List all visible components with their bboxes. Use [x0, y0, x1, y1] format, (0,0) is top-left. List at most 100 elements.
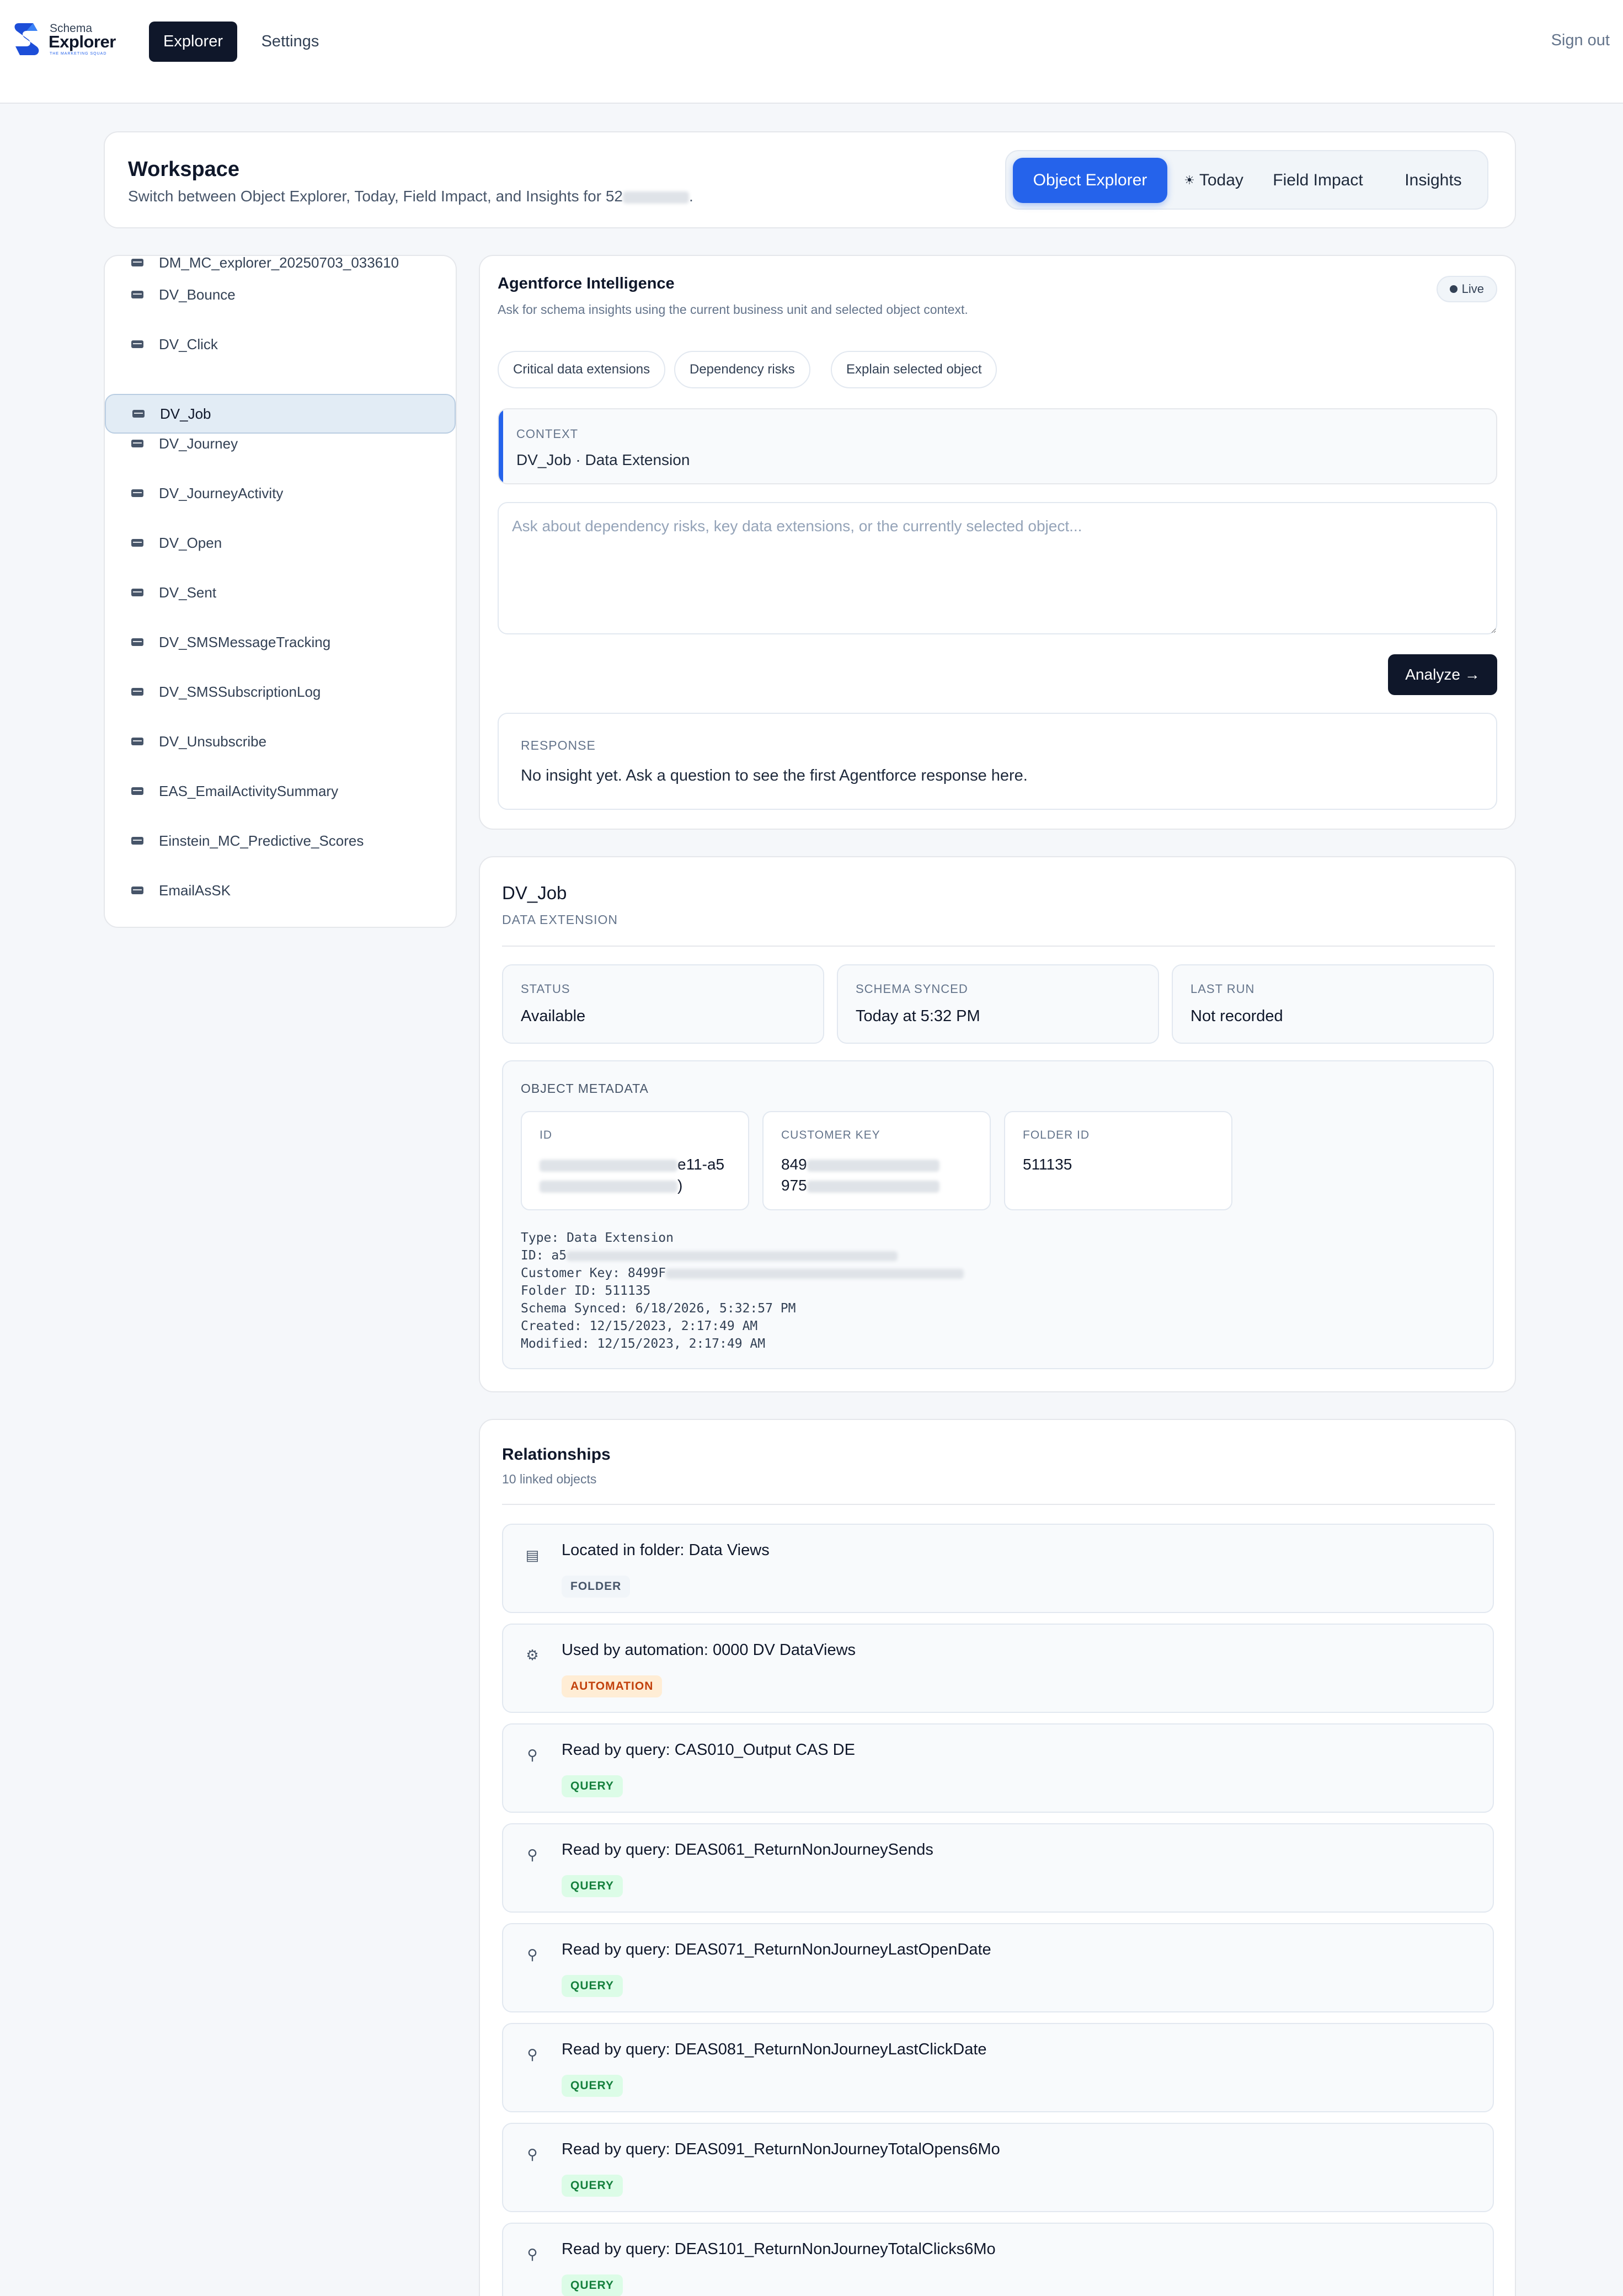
data-extension-icon	[131, 837, 143, 845]
metadata-box-value: 511135	[1023, 1156, 1072, 1173]
data-extension-icon	[131, 589, 143, 596]
relationship-item[interactable]: ⚲ Read by query: DEAS081_ReturnNonJourney…	[502, 2023, 1494, 2112]
redacted-text	[540, 1180, 677, 1193]
data-extension-icon	[131, 738, 143, 745]
relationship-type-badge: QUERY	[562, 1975, 623, 1997]
sidebar-item[interactable]: EAS_EmailActivitySummary	[105, 771, 456, 811]
magnifier-icon: ⚲	[527, 2046, 538, 2063]
redacted-text	[622, 191, 689, 204]
analyze-button[interactable]: Analyze →	[1388, 654, 1497, 695]
context-accent-bar	[499, 409, 503, 483]
redacted-text	[807, 1159, 939, 1172]
tab-today-label: Today	[1199, 171, 1243, 189]
relationship-item[interactable]: ▤ Located in folder: Data Views FOLDER	[502, 1524, 1494, 1613]
data-extension-icon	[131, 440, 143, 447]
sidebar-item-label: DV_Journey	[159, 435, 238, 452]
raw-line: Type: Data Extension	[521, 1231, 674, 1245]
workspace-title: Workspace	[128, 158, 240, 181]
data-extension-icon	[132, 410, 145, 418]
customer-key-line-1: 849	[781, 1156, 807, 1173]
id-line-2: )	[677, 1177, 683, 1194]
sign-out-link[interactable]: Sign out	[1551, 31, 1610, 50]
raw-id: ID: a5	[521, 1248, 567, 1263]
relationships-count: 10 linked objects	[502, 1472, 597, 1486]
view-switcher: Object Explorer ☀ Today Field Impact Ins…	[1005, 150, 1488, 210]
sidebar-item[interactable]: EmailAsSK	[105, 871, 456, 910]
chip-dependency-risks[interactable]: Dependency risks	[674, 351, 810, 388]
relationship-text: Read by query: DEAS081_ReturnNonJourneyL…	[562, 2041, 987, 2058]
data-extension-icon	[131, 638, 143, 646]
raw-line: Customer Key: 8499F	[521, 1264, 964, 1282]
metadata-label: OBJECT METADATA	[521, 1081, 649, 1096]
relationship-item[interactable]: ⚲ Read by query: DEAS091_ReturnNonJourney…	[502, 2123, 1494, 2212]
relationship-item[interactable]: ⚲ Read by query: DEAS061_ReturnNonJourney…	[502, 1823, 1494, 1913]
gear-icon: ⚙	[526, 1646, 539, 1663]
relationship-item[interactable]: ⚲ Read by query: CAS010_Output CAS DE QUER…	[502, 1723, 1494, 1813]
redacted-text	[540, 1159, 677, 1172]
tab-insights[interactable]: Insights	[1384, 158, 1483, 203]
nav-settings[interactable]: Settings	[252, 22, 329, 62]
relationship-type-badge: AUTOMATION	[562, 1675, 663, 1697]
chip-critical-data-extensions[interactable]: Critical data extensions	[498, 351, 666, 388]
folder-icon: ▤	[525, 1546, 540, 1563]
workspace-subtitle: Switch between Object Explorer, Today, F…	[128, 188, 693, 205]
data-extension-icon	[131, 291, 143, 298]
relationship-item[interactable]: ⚙ Used by automation: 0000 DV DataViews AU…	[502, 1624, 1494, 1713]
sun-icon: ☀	[1184, 173, 1195, 187]
relationship-text: Used by automation: 0000 DV DataViews	[562, 1641, 856, 1659]
relationship-type-badge: QUERY	[562, 2175, 623, 2197]
metadata-box-label: ID	[540, 1129, 552, 1141]
stat-label: LAST RUN	[1190, 982, 1255, 996]
data-extension-icon	[131, 787, 143, 795]
sidebar-item[interactable]: DV_Click	[105, 324, 456, 364]
sidebar-item[interactable]: DV_JourneyActivity	[105, 473, 456, 513]
sidebar-item-label: DV_SMSSubscriptionLog	[159, 683, 321, 700]
tab-object-explorer[interactable]: Object Explorer	[1013, 158, 1167, 203]
raw-line: ID: a5	[521, 1247, 964, 1264]
relationship-item[interactable]: ⚲ Read by query: DEAS071_ReturnNonJourney…	[502, 1923, 1494, 2012]
sidebar-item[interactable]: DV_Open	[105, 523, 456, 563]
metadata-box-value: 849 975	[781, 1154, 939, 1196]
tab-field-impact[interactable]: Field Impact	[1260, 158, 1376, 203]
raw-line: Modified: 12/15/2023, 2:17:49 AM	[521, 1337, 766, 1351]
relationship-type-badge: QUERY	[562, 1775, 623, 1797]
id-line-1: e11-a5	[677, 1156, 725, 1173]
magnifier-icon: ⚲	[527, 1946, 538, 1963]
sidebar-item-label: EmailAsSK	[159, 882, 231, 899]
sidebar-item[interactable]: DV_Bounce	[105, 275, 456, 314]
agentforce-panel: Agentforce Intelligence Ask for schema i…	[479, 255, 1516, 830]
response-label: RESPONSE	[521, 738, 596, 752]
tab-today[interactable]: ☀ Today	[1175, 158, 1252, 203]
response-text: No insight yet. Ask a question to see th…	[521, 767, 1028, 784]
stat-label: SCHEMA SYNCED	[856, 982, 968, 996]
sidebar-item-label: DV_Unsubscribe	[159, 733, 267, 750]
customer-key-line-2: 975	[781, 1177, 807, 1194]
sidebar-item-label: DV_Sent	[159, 584, 217, 601]
app-logo[interactable]: Schema Explorer THE MARKETING SQUAD	[12, 21, 117, 57]
sidebar-item[interactable]: DV_SMSSubscriptionLog	[105, 672, 456, 712]
sidebar-item[interactable]: Einstein_MC_Predictive_Scores	[105, 821, 456, 861]
sidebar-item[interactable]: DV_Journey	[105, 424, 456, 463]
object-type: DATA EXTENSION	[502, 912, 618, 927]
divider	[502, 1504, 1495, 1505]
object-list-sidebar[interactable]: DM_MC_explorer_20250703_033610 DV_Bounce…	[104, 255, 457, 928]
relationship-type-badge: QUERY	[562, 2274, 623, 2296]
question-input[interactable]	[498, 502, 1497, 634]
relationship-text: Read by query: CAS010_Output CAS DE	[562, 1741, 855, 1759]
chip-explain-selected-object[interactable]: Explain selected object	[831, 351, 997, 388]
metadata-folder-id-box: FOLDER ID 511135	[1004, 1111, 1232, 1210]
schema-synced-stat: SCHEMA SYNCED Today at 5:32 PM	[837, 964, 1159, 1044]
relationship-text: Located in folder: Data Views	[562, 1541, 770, 1559]
context-value: DV_Job · Data Extension	[516, 451, 690, 468]
top-bar: Schema Explorer THE MARKETING SQUAD Expl…	[0, 0, 1623, 104]
status-stat: STATUS Available	[502, 964, 824, 1044]
sidebar-item[interactable]: DV_SMSMessageTracking	[105, 622, 456, 662]
nav-explorer[interactable]: Explorer	[149, 22, 237, 62]
sidebar-item-label: DV_Click	[159, 335, 218, 353]
data-extension-icon	[131, 489, 143, 497]
raw-line: Folder ID: 511135	[521, 1284, 651, 1298]
sidebar-item[interactable]: DV_Sent	[105, 573, 456, 612]
sidebar-item[interactable]: DV_Unsubscribe	[105, 722, 456, 761]
relationship-item[interactable]: ⚲ Read by query: DEAS101_ReturnNonJourney…	[502, 2223, 1494, 2296]
stat-value: Available	[521, 1007, 586, 1025]
